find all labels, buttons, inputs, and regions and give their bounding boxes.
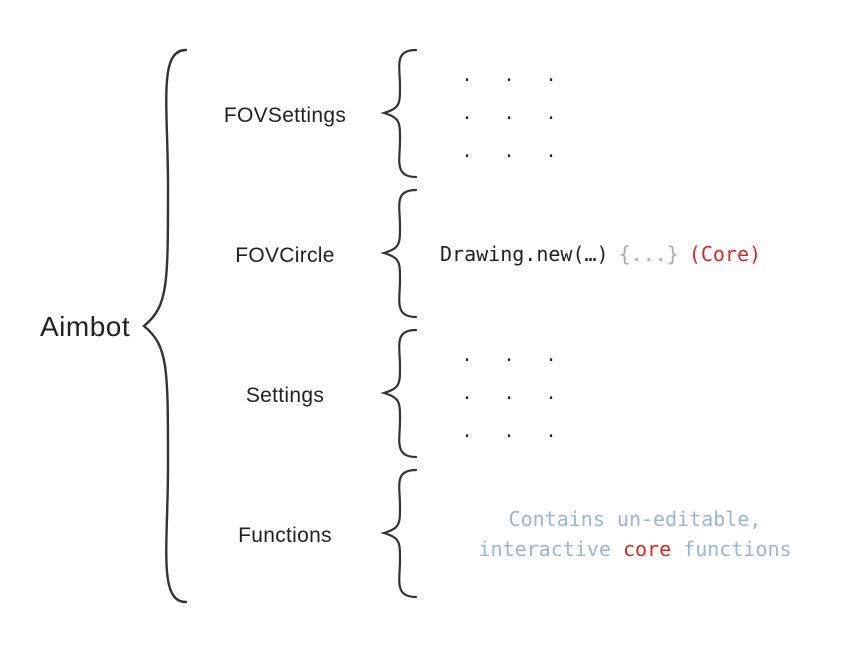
functions-line2-after: functions: [671, 537, 791, 561]
functions-core-word: core: [623, 537, 671, 561]
fovcircle-tag: (Core): [689, 242, 761, 266]
dot: .: [546, 383, 557, 404]
dot: .: [546, 141, 557, 162]
child-label-fovcircle: FOVCircle: [200, 244, 370, 268]
brace-fovcircle: [378, 186, 424, 321]
dot: .: [546, 65, 557, 86]
dot: .: [462, 141, 473, 162]
dot: .: [504, 383, 515, 404]
child-label-settings: Settings: [200, 384, 370, 408]
dot: .: [504, 421, 515, 442]
root-label: Aimbot: [40, 0, 130, 653]
dot: .: [504, 141, 515, 162]
dot: .: [546, 103, 557, 124]
content-fovsettings: ... ... ...: [440, 46, 830, 181]
dot: .: [504, 65, 515, 86]
functions-line1: Contains un-editable,: [509, 507, 762, 531]
dot: .: [462, 103, 473, 124]
child-label-functions: Functions: [200, 524, 370, 548]
brace-settings: [378, 326, 424, 461]
dot: .: [546, 345, 557, 366]
fovcircle-braces: {...}: [619, 242, 679, 266]
fovcircle-code: Drawing.new(…): [440, 242, 609, 266]
dot-grid: ... ... ...: [446, 337, 572, 451]
structure-diagram: Aimbot FOVSettings FOVCircle Settings Fu…: [0, 0, 856, 653]
dot: .: [504, 103, 515, 124]
functions-description: Contains un-editable, interactive core f…: [440, 504, 830, 564]
dot: .: [462, 65, 473, 86]
child-labels-column: FOVSettings FOVCircle Settings Functions: [200, 46, 370, 606]
dot: .: [462, 345, 473, 366]
dot: .: [462, 421, 473, 442]
dot: .: [504, 345, 515, 366]
dot: .: [462, 383, 473, 404]
functions-line2-before: interactive: [478, 537, 623, 561]
content-functions: Contains un-editable, interactive core f…: [440, 466, 830, 601]
content-fovcircle: Drawing.new(…) {...} (Core): [440, 186, 830, 321]
child-label-fovsettings: FOVSettings: [200, 104, 370, 128]
content-settings: ... ... ...: [440, 326, 830, 461]
brace-functions: [378, 466, 424, 601]
brace-fovsettings: [378, 46, 424, 181]
root-brace: [138, 46, 198, 606]
root-label-text: Aimbot: [40, 311, 130, 343]
dot-grid: ... ... ...: [446, 57, 572, 171]
dot: .: [546, 421, 557, 442]
